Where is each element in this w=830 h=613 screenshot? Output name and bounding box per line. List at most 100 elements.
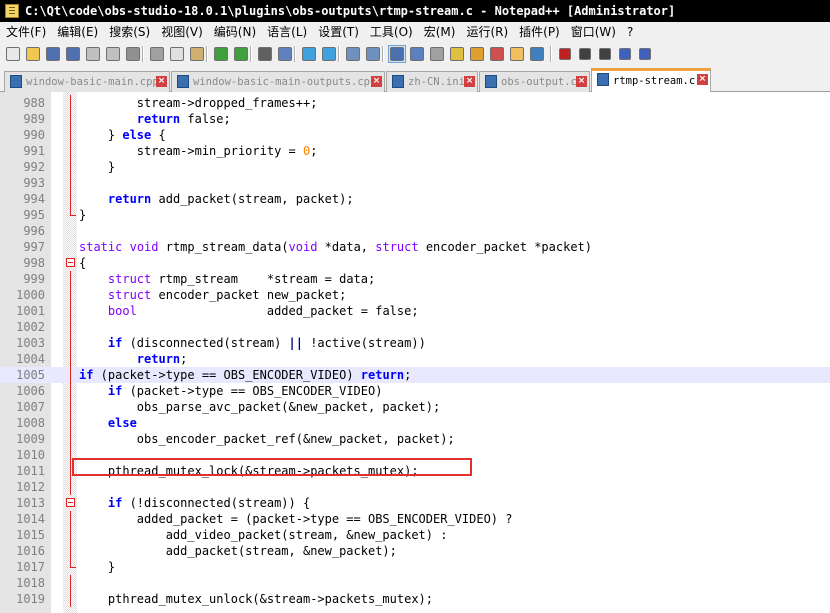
show-all-chars-icon[interactable] — [408, 45, 426, 63]
code-line[interactable]: 1010 — [0, 447, 830, 463]
doc-map-icon[interactable] — [468, 45, 486, 63]
code-line[interactable]: 998 { — [0, 255, 830, 271]
code-line[interactable]: 994 return add_packet(stream, packet); — [0, 191, 830, 207]
code-line[interactable]: 1018 — [0, 575, 830, 591]
code-text[interactable]: struct encoder_packet new_packet; — [79, 287, 346, 303]
fold-marker[interactable] — [64, 495, 78, 511]
tab-close-icon[interactable]: × — [576, 76, 587, 87]
menu-item-8[interactable]: 宏(M) — [418, 22, 461, 42]
code-line[interactable]: 993 — [0, 175, 830, 191]
code-line[interactable]: 1005 if (packet->type == OBS_ENCODER_VIDE… — [0, 367, 830, 383]
tab-close-icon[interactable]: × — [371, 76, 382, 87]
stop-macro-icon[interactable] — [576, 45, 594, 63]
fold-toggle-icon[interactable] — [66, 258, 75, 267]
menu-item-4[interactable]: 编码(N) — [208, 22, 261, 42]
function-list-icon[interactable] — [488, 45, 506, 63]
code-text[interactable]: stream->min_priority = 0; — [79, 143, 318, 159]
menu-item-7[interactable]: 工具(O) — [364, 22, 418, 42]
code-line[interactable]: 996 — [0, 223, 830, 239]
undo-icon[interactable] — [212, 45, 230, 63]
menu-item-5[interactable]: 语言(L) — [261, 22, 312, 42]
code-editor[interactable]: 988 stream->dropped_frames++; 989 return … — [0, 92, 830, 613]
code-text[interactable]: } — [79, 207, 86, 223]
code-text[interactable]: { — [79, 255, 86, 271]
monitor-icon[interactable] — [528, 45, 546, 63]
folder-workspace-icon[interactable] — [508, 45, 526, 63]
code-text[interactable]: added_packet = (packet->type == OBS_ENCO… — [79, 511, 513, 527]
code-line[interactable]: 1019 pthread_mutex_unlock(&stream->packe… — [0, 591, 830, 607]
code-line[interactable]: 999 struct rtmp_stream *stream = data; — [0, 271, 830, 287]
sync-horizontal-icon[interactable] — [364, 45, 382, 63]
code-text[interactable]: add_packet(stream, &new_packet); — [79, 543, 397, 559]
tab-close-icon[interactable]: × — [697, 74, 708, 85]
copy-icon[interactable] — [168, 45, 186, 63]
tab-4[interactable]: rtmp-stream.c × — [591, 68, 711, 92]
code-line[interactable]: 1017 } — [0, 559, 830, 575]
save-all-icon[interactable] — [64, 45, 82, 63]
menu-item-12[interactable]: ? — [621, 22, 638, 42]
code-line[interactable]: 997 static void rtmp_stream_data(void *da… — [0, 239, 830, 255]
print-icon[interactable] — [124, 45, 142, 63]
code-line[interactable]: 1011 pthread_mutex_lock(&stream->packets… — [0, 463, 830, 479]
code-line[interactable]: 1008 else — [0, 415, 830, 431]
menu-item-1[interactable]: 编辑(E) — [51, 22, 103, 42]
code-line[interactable]: 1003 if (disconnected(stream) || !active… — [0, 335, 830, 351]
zoom-out-icon[interactable] — [320, 45, 338, 63]
code-text[interactable]: bool added_packet = false; — [79, 303, 419, 319]
indent-guide-icon[interactable] — [428, 45, 446, 63]
tab-2[interactable]: zh-CN.ini × — [386, 71, 478, 92]
close-icon[interactable] — [84, 45, 102, 63]
tab-3[interactable]: obs-output.c × — [479, 71, 590, 92]
code-line[interactable]: 1002 — [0, 319, 830, 335]
code-line[interactable]: 988 stream->dropped_frames++; — [0, 95, 830, 111]
cut-icon[interactable] — [148, 45, 166, 63]
code-text[interactable]: if (disconnected(stream) || !active(stre… — [79, 335, 426, 351]
play-macro-icon[interactable] — [596, 45, 614, 63]
code-line[interactable]: 1014 added_packet = (packet->type == OBS… — [0, 511, 830, 527]
run-macro-multiple-icon[interactable] — [616, 45, 634, 63]
code-text[interactable]: return add_packet(stream, packet); — [79, 191, 354, 207]
code-text[interactable]: return; — [79, 351, 188, 367]
close-all-icon[interactable] — [104, 45, 122, 63]
code-line[interactable]: 1007 obs_parse_avc_packet(&new_packet, p… — [0, 399, 830, 415]
zoom-in-icon[interactable] — [300, 45, 318, 63]
code-line[interactable]: 1006 if (packet->type == OBS_ENCODER_VID… — [0, 383, 830, 399]
menu-item-0[interactable]: 文件(F) — [0, 22, 51, 42]
code-text[interactable]: } — [79, 159, 115, 175]
code-line[interactable]: 992 } — [0, 159, 830, 175]
code-line[interactable]: 1013 if (!disconnected(stream)) { — [0, 495, 830, 511]
save-icon[interactable] — [44, 45, 62, 63]
code-line[interactable]: 989 return false; — [0, 111, 830, 127]
code-text[interactable]: obs_parse_avc_packet(&new_packet, packet… — [79, 399, 440, 415]
code-text[interactable]: add_video_packet(stream, &new_packet) : — [79, 527, 448, 543]
word-wrap-icon[interactable] — [388, 45, 406, 63]
redo-icon[interactable] — [232, 45, 250, 63]
replace-icon[interactable] — [276, 45, 294, 63]
code-line[interactable]: 1009 obs_encoder_packet_ref(&new_packet,… — [0, 431, 830, 447]
code-line[interactable]: 990 } else { — [0, 127, 830, 143]
menu-item-3[interactable]: 视图(V) — [155, 22, 208, 42]
menu-item-10[interactable]: 插件(P) — [513, 22, 565, 42]
code-text[interactable]: if (packet->type == OBS_ENCODER_VIDEO) r… — [79, 367, 411, 383]
code-lines[interactable]: 988 stream->dropped_frames++; 989 return … — [0, 95, 830, 607]
find-icon[interactable] — [256, 45, 274, 63]
save-macro-icon[interactable] — [636, 45, 654, 63]
code-text[interactable]: pthread_mutex_unlock(&stream->packets_mu… — [79, 591, 433, 607]
tab-close-icon[interactable]: × — [156, 76, 167, 87]
fold-toggle-icon[interactable] — [66, 498, 75, 507]
tab-1[interactable]: window-basic-main-outputs.cpp × — [171, 71, 385, 92]
code-text[interactable]: else — [79, 415, 137, 431]
code-text[interactable]: pthread_mutex_lock(&stream->packets_mute… — [79, 463, 419, 479]
title-bar[interactable]: C:\Qt\code\obs-studio-18.0.1\plugins\obs… — [0, 0, 830, 22]
code-text[interactable]: struct rtmp_stream *stream = data; — [79, 271, 375, 287]
code-line[interactable]: 1000 struct encoder_packet new_packet; — [0, 287, 830, 303]
tab-0[interactable]: window-basic-main.cpp × — [4, 71, 170, 92]
menu-item-2[interactable]: 搜索(S) — [103, 22, 155, 42]
code-line[interactable]: 1004 return; — [0, 351, 830, 367]
sync-vertical-icon[interactable] — [344, 45, 362, 63]
new-file-icon[interactable] — [4, 45, 22, 63]
code-line[interactable]: 991 stream->min_priority = 0; — [0, 143, 830, 159]
user-lang-icon[interactable] — [448, 45, 466, 63]
code-line[interactable]: 1015 add_video_packet(stream, &new_packe… — [0, 527, 830, 543]
code-line[interactable]: 995} — [0, 207, 830, 223]
